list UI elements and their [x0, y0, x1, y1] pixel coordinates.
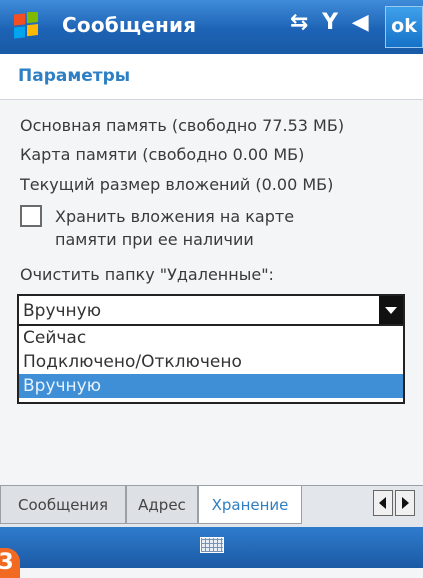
signal-off-icon[interactable]: Y: [322, 10, 338, 35]
connectivity-icon[interactable]: ⇆: [290, 10, 308, 35]
page-header: Параметры: [0, 54, 423, 100]
app-title: Сообщения: [62, 13, 197, 37]
tab-bar: Сообщения Адрес Хранение: [0, 485, 423, 528]
tab-messages[interactable]: Сообщения: [0, 486, 126, 524]
tab-scroll-right-icon[interactable]: [395, 490, 415, 516]
tab-scroll-arrows: [373, 490, 417, 520]
memory-card-info: Карта памяти (свободно 0.00 МБ): [20, 145, 305, 164]
option-connect-disconnect[interactable]: Подключено/Отключено: [19, 350, 403, 374]
store-on-card-checkbox[interactable]: [20, 205, 42, 227]
tab-storage[interactable]: Хранение: [198, 486, 302, 524]
option-manual[interactable]: Вручную: [19, 374, 403, 398]
start-menu-icon[interactable]: [10, 12, 42, 42]
select-value: Вручную: [23, 301, 102, 321]
option-now[interactable]: Сейчас: [19, 326, 403, 350]
dropdown-options: Сейчас Подключено/Отключено Вручную: [17, 326, 405, 404]
keyboard-icon[interactable]: [200, 537, 224, 553]
clear-deleted-label: Очистить папку "Удаленные":: [20, 265, 274, 284]
main-memory-info: Основная память (свободно 77.53 МБ): [20, 116, 345, 135]
menu-bar: [0, 527, 423, 568]
title-bar: Сообщения ⇆ Y ◀ ok: [0, 0, 423, 54]
store-on-card-label[interactable]: Хранить вложения на карте памяти при ее …: [55, 205, 335, 251]
tab-scroll-left-icon[interactable]: [373, 490, 393, 516]
page-title: Параметры: [18, 66, 131, 86]
figure-number-badge: 3: [0, 548, 20, 578]
attachments-size-info: Текущий размер вложений (0.00 МБ): [20, 175, 334, 194]
volume-icon[interactable]: ◀: [352, 10, 369, 35]
status-icons: ⇆ Y ◀: [290, 10, 375, 35]
chevron-down-icon[interactable]: [379, 296, 403, 324]
tab-address[interactable]: Адрес: [126, 486, 198, 524]
clear-deleted-select[interactable]: Вручную: [17, 294, 405, 326]
ok-button[interactable]: ok: [385, 6, 423, 48]
